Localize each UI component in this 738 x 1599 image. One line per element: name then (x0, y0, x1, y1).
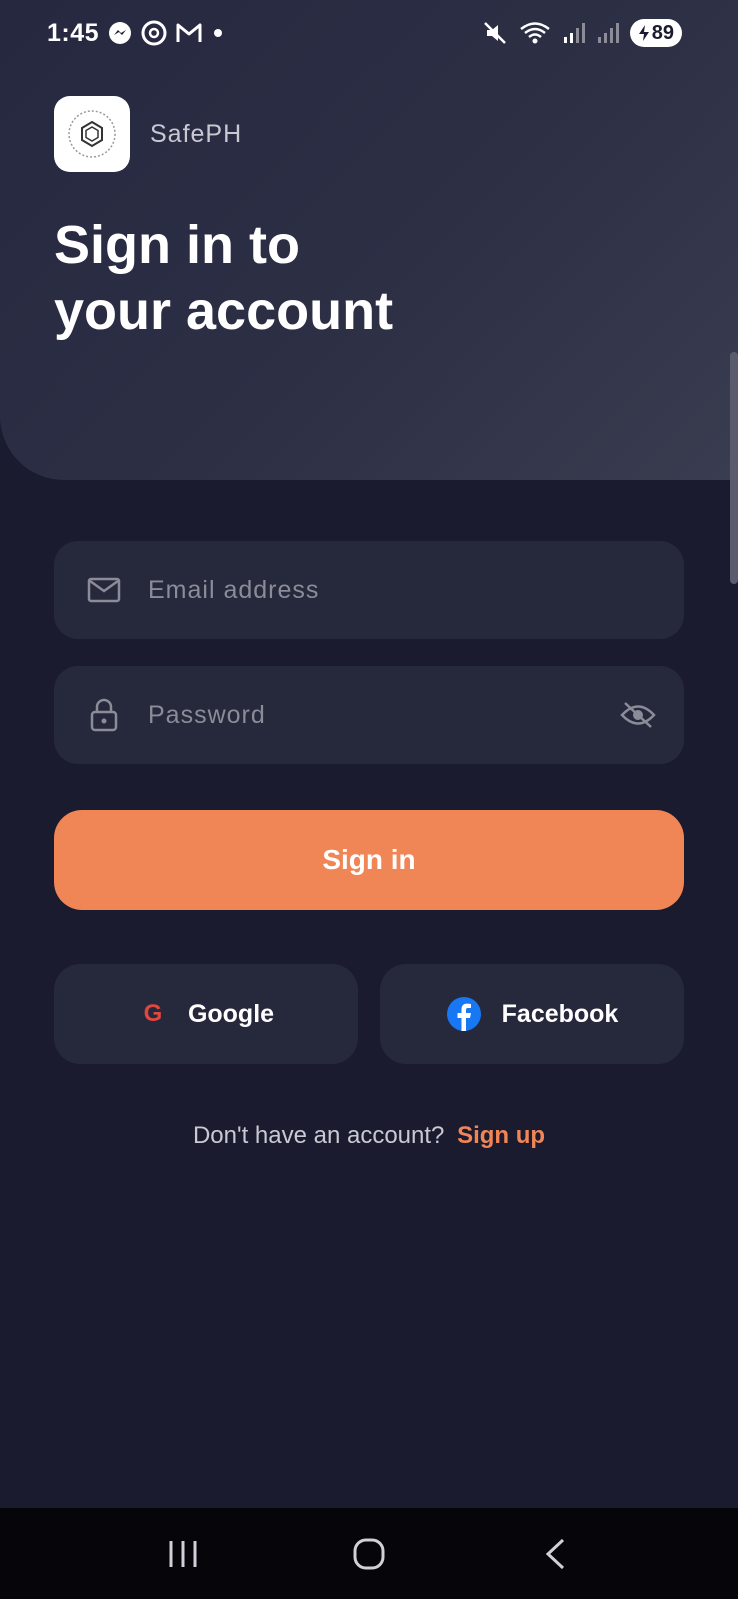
google-label: Google (187, 999, 275, 1028)
back-button[interactable] (525, 1524, 585, 1584)
google-signin-button[interactable]: G Google (54, 964, 358, 1064)
home-icon (353, 1538, 385, 1569)
status-right: 89 (482, 19, 682, 47)
safeph-logo-icon (68, 110, 116, 158)
gmail-icon (176, 23, 202, 42)
mute-icon (483, 22, 506, 44)
sign-in-button[interactable]: Sign in (54, 810, 684, 910)
facebook-icon (446, 997, 481, 1031)
status-time: 1:45 (47, 18, 100, 47)
facebook-label: Facebook (501, 999, 619, 1028)
email-input[interactable] (148, 575, 658, 605)
wifi-icon (519, 22, 550, 44)
status-left: 1:45 (47, 19, 225, 48)
brand-row: SafePH (54, 96, 242, 172)
page-title: Sign in to your account (54, 215, 394, 341)
back-icon (545, 1538, 565, 1569)
google-icon: G (143, 1000, 163, 1027)
mail-icon (84, 570, 124, 610)
recent-apps-icon (169, 1540, 197, 1567)
eye-off-icon[interactable] (618, 695, 658, 735)
password-field[interactable] (54, 666, 684, 764)
home-button[interactable] (339, 1524, 399, 1584)
facebook-signin-button[interactable]: Facebook (380, 964, 684, 1064)
sign-up-link[interactable]: Sign up (457, 1122, 545, 1149)
app-logo (54, 96, 130, 172)
battery-charging-icon (638, 25, 649, 41)
scroll-indicator[interactable] (730, 352, 738, 584)
brand-name: SafePH (150, 119, 243, 148)
messenger-icon (109, 22, 132, 44)
email-field[interactable] (54, 541, 684, 639)
battery-indicator: 89 (629, 19, 682, 47)
signup-prompt: Don't have an account? (192, 1122, 445, 1149)
dot-icon (214, 29, 223, 37)
battery-level: 89 (651, 21, 674, 44)
status-bar: 1:45 89 (0, 0, 738, 66)
signal-icon (563, 23, 585, 43)
password-input[interactable] (148, 700, 618, 730)
signup-row: Don't have an account? Sign up (0, 1122, 738, 1150)
threads-icon (141, 20, 167, 46)
lock-icon (84, 695, 124, 735)
signal-icon (597, 23, 619, 43)
recent-apps-button[interactable] (153, 1524, 213, 1584)
navigation-bar (0, 1508, 738, 1599)
